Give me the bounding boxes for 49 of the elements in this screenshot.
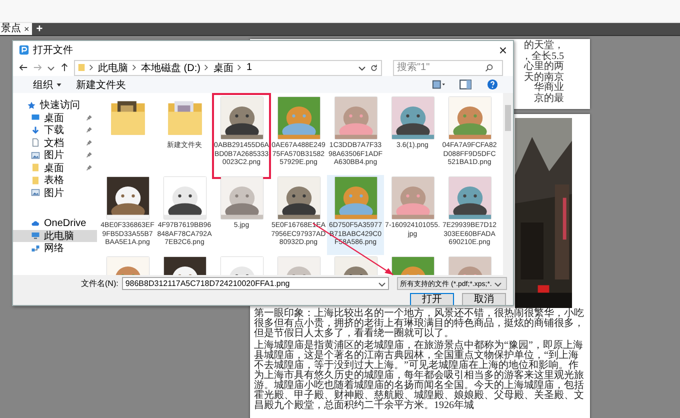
paragraph: 第一眼印象：上海比较出名的一个地方，风景还不错，很热闹很繁华，小吃很多但有点小贵，拥挤的老街上有琳琅满目的特色商品，挺炫的商铺很多，但是节假日人太多了，看看绕一圈就可以了。 [254,309,585,339]
sidebar-label: OneDrive [44,218,86,229]
breadcrumb-item[interactable]: 本地磁盘 (D:) [141,60,200,74]
sidebar-item[interactable]: 表格 [13,174,97,186]
text-line: 心里的两 [524,62,564,72]
address-bar[interactable]: 此电脑 本地磁盘 (D:) 桌面 1 [74,60,382,76]
sidebar-item[interactable]: 文档 [13,136,97,149]
sidebar-item[interactable]: 图片 [13,149,97,162]
breadcrumb-item[interactable]: 此电脑 [98,60,128,74]
sidebar-item[interactable]: OneDrive [13,217,97,230]
dialog-button[interactable]: 取消 [462,293,506,305]
tab-label: 景点 [1,23,21,35]
sidebar-item[interactable]: 网络 [13,242,97,254]
sidebar-label: 快速访问 [40,98,80,112]
sidebar-label: 表格 [44,174,64,188]
search-input[interactable]: 搜索"1" [397,62,485,73]
sidebar-label: 桌面 [44,112,64,124]
sidebar-label: 图片 [44,148,64,162]
document-tab[interactable]: 景点 × [0,23,32,35]
text-line: 天的南京 [524,72,564,82]
sidebar-item[interactable]: 快速访问 [13,99,97,112]
text-line: 京的最 [534,94,564,104]
organize-button[interactable]: 组织 [33,78,62,92]
sidebar-label: 此电脑 [44,230,74,243]
sidebar-label: 图片 [44,186,64,200]
close-icon[interactable]: × [498,43,507,57]
text-line: 华商业 [534,83,564,93]
window-title: 打开文件 [33,44,73,57]
sidebar-item[interactable]: 此电脑 [13,230,97,242]
new-tab-button[interactable]: + [32,23,47,35]
sidebar-label: 桌面 [44,162,64,174]
sidebar-label: 网络 [44,242,64,256]
search-field[interactable]: 搜索"1" [393,60,503,76]
breadcrumb-item[interactable]: 桌面 [213,60,234,74]
sidebar-item[interactable]: 图片 [13,186,97,199]
sidebar-item[interactable]: 下载 [13,124,97,136]
sidebar-label: 文档 [44,136,64,150]
new-folder-button[interactable]: 新建文件夹 [76,78,126,92]
sidebar-item[interactable]: 桌面 [13,112,97,124]
file-name-field[interactable]: 986B8D312117A5C718D724210020FFA1.png [122,277,390,290]
sidebar-label: 下载 [44,124,64,138]
file-name-label: 文件名(N): [81,278,118,289]
dialog-button[interactable]: 打开 [410,293,454,305]
text-line: ，全长5.5 [522,52,564,62]
text-line: 的天堂， [524,41,564,51]
sidebar-item[interactable]: 桌面 [13,162,97,174]
breadcrumb-item[interactable]: 1 [246,62,252,73]
close-icon[interactable]: × [24,24,30,34]
paragraph: 上海城隍庙是指黄浦区的老城隍庙，在旅游景点中都称为“豫园”，即原上海县城隍庙，这是个著名的江南古典园林，全国重点文物保护单位，“到上海不去城隍庙，等于没到过大上海。”可见老城隍庙在上海的地位和影响。作为上海市具有悠久历史的城隍庙，每年都会吸引相当多的游客来这里观光旅游。城隍庙小吃也随着城隍庙的名扬而闻名全国。今天的上海城隍庙，包括霍光殿、甲子殿、财神殿、慈航殿、城隍殿、娘娘殿、父母殿、关圣殿、文昌殿九个殿堂，总面积约二千余平方米。1926年城 [254,341,585,411]
